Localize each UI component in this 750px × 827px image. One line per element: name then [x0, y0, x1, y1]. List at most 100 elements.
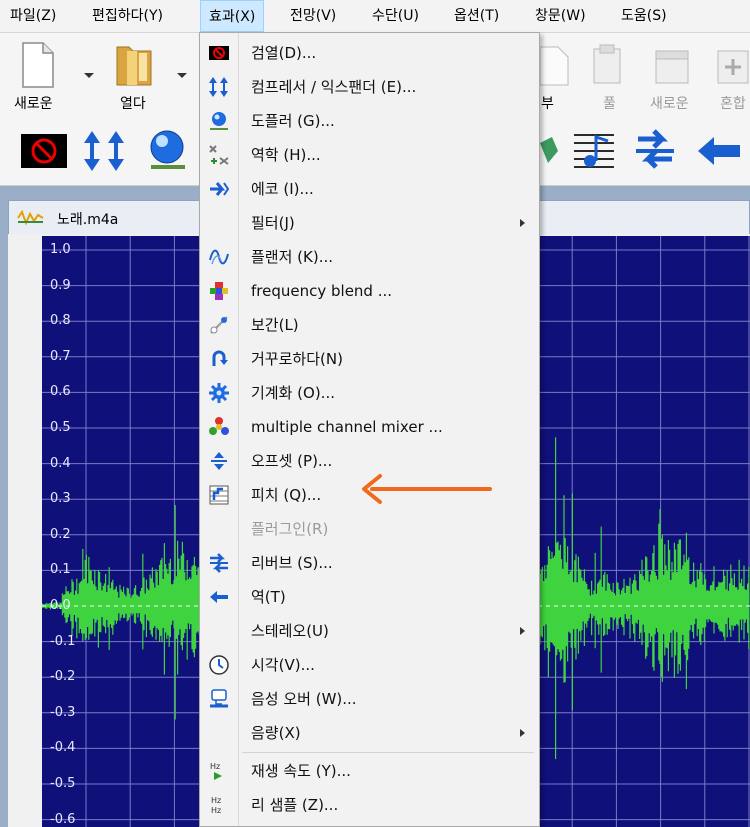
menu-item-mechanize[interactable]: 기계화 (O)...: [200, 376, 539, 410]
menu-item-doppler[interactable]: 도플러 (G)...: [200, 104, 539, 138]
pitch-toolbar-button[interactable]: [572, 129, 618, 177]
menu-item-label: 피치 (Q)...: [251, 486, 322, 504]
new-button[interactable]: [12, 41, 62, 91]
interpolate-icon: [210, 316, 228, 334]
menu-item-label: 오프셋 (P)...: [251, 452, 333, 470]
menu-help[interactable]: 도움(S): [613, 0, 675, 32]
playback-speed-icon: Hz: [210, 762, 222, 780]
mix-button[interactable]: [714, 43, 750, 89]
channel-mixer-icon: [209, 417, 229, 435]
open-dropdown-icon[interactable]: [177, 73, 187, 78]
partial-label: 부: [541, 96, 554, 112]
compressor-icon: [84, 131, 124, 171]
reverse-icon: [698, 137, 740, 165]
menu-item-channel-mixer[interactable]: multiple channel mixer ...: [200, 410, 539, 444]
menu-item-voice-over[interactable]: 음성 오버 (W)...: [200, 682, 539, 716]
mix-icon: [717, 50, 749, 84]
menu-item-label: 플러그인(R): [251, 520, 329, 538]
y-tick-label: -0.2: [50, 669, 76, 685]
new-dropdown-icon[interactable]: [84, 73, 94, 78]
menu-item-echo[interactable]: 에코 (I)...: [200, 172, 539, 206]
folder-icon: [116, 46, 152, 86]
paste-icon: [593, 44, 621, 84]
menu-item-label: 거꾸로하다(N): [251, 350, 343, 368]
paste-label: 풀: [603, 96, 616, 112]
effects-dropdown-menu: 검열(D)... 컴프레서 / 익스팬더 (E)... 도플러 (G)... 역…: [199, 32, 540, 827]
y-tick-label: 0.4: [50, 455, 71, 471]
doppler-icon: [150, 130, 185, 169]
menu-window[interactable]: 창문(W): [527, 0, 594, 32]
y-tick-label: 0.8: [50, 313, 71, 329]
doppler-icon: [210, 112, 228, 130]
menu-item-reverse[interactable]: 역(T): [200, 580, 539, 614]
menu-item-label: frequency blend ...: [251, 282, 393, 300]
menu-item-label: 플랜저 (K)...: [251, 248, 334, 266]
menu-item-label: 음성 오버 (W)...: [251, 690, 357, 708]
echo-icon: [210, 182, 230, 196]
censor-icon: [209, 46, 229, 60]
menu-item-time[interactable]: 시각(V)...: [200, 648, 539, 682]
menu-item-label: 필터(J): [251, 214, 295, 232]
submenu-arrow-icon: [520, 219, 525, 227]
menu-item-censor[interactable]: 검열(D)...: [200, 36, 539, 70]
menu-item-label: 재생 속도 (Y)...: [251, 762, 351, 780]
menu-options[interactable]: 옵션(T): [446, 0, 507, 32]
menu-item-stereo[interactable]: 스테레오(U): [200, 614, 539, 648]
partial-icon: [540, 137, 558, 163]
compressor-icon: [209, 77, 228, 97]
submenu-arrow-icon: [520, 729, 525, 737]
y-tick-label: 0.5: [50, 420, 71, 435]
reverse-toolbar-button[interactable]: [694, 133, 744, 173]
menu-item-label: 도플러 (G)...: [251, 112, 335, 130]
annotation-arrow-icon: [362, 474, 492, 504]
menu-item-invert[interactable]: 거꾸로하다(N): [200, 342, 539, 376]
reverb-toolbar-button[interactable]: [632, 129, 678, 177]
menu-edit[interactable]: 편집하다(Y): [84, 0, 171, 32]
partial-button[interactable]: [539, 43, 570, 89]
menu-item-filter[interactable]: 필터(J): [200, 206, 539, 240]
open-button[interactable]: [110, 41, 160, 91]
censor-toolbar-button[interactable]: [20, 133, 68, 173]
partial-toolbar-button[interactable]: [540, 133, 560, 173]
document-title: 노래.m4a: [57, 212, 119, 228]
new-window-label: 새로운: [650, 96, 689, 112]
submenu-arrow-icon: [520, 627, 525, 635]
menu-tools[interactable]: 수단(U): [364, 0, 427, 32]
menu-item-playback-speed[interactable]: Hz 재생 속도 (Y)...: [200, 754, 539, 788]
y-tick-label: -0.4: [50, 740, 76, 756]
menu-item-frequency-blend[interactable]: frequency blend ...: [200, 274, 539, 308]
y-tick-label: 0.3: [50, 491, 71, 507]
menu-item-flanger[interactable]: 플랜저 (K)...: [200, 240, 539, 274]
y-tick-label: 0.2: [50, 526, 71, 542]
menu-separator: [242, 752, 534, 753]
doppler-toolbar-button[interactable]: [147, 127, 191, 179]
y-tick-label: 0.0: [50, 598, 71, 613]
y-tick-label: 1.0: [50, 242, 71, 257]
menu-view[interactable]: 전망(V): [282, 0, 344, 32]
menu-file[interactable]: 파일(Z): [2, 0, 64, 32]
clock-icon: [209, 655, 229, 675]
mechanize-icon: [209, 383, 229, 403]
new-label: 새로운: [14, 96, 53, 112]
menu-item-label: 검열(D)...: [251, 44, 317, 62]
dynamics-icon: [209, 145, 229, 165]
menu-item-label: 역(T): [251, 588, 286, 606]
menu-item-interpolate[interactable]: 보간(L): [200, 308, 539, 342]
menu-item-label: 스테레오(U): [251, 622, 329, 640]
menu-item-resample[interactable]: Hz Hz 리 샘플 (Z)...: [200, 788, 539, 822]
paste-button[interactable]: [588, 43, 628, 89]
compressor-toolbar-button[interactable]: [82, 129, 128, 177]
menu-item-reverb[interactable]: 리버브 (S)...: [200, 546, 539, 580]
y-tick-label: -0.5: [50, 776, 76, 791]
y-tick-label: -0.6: [50, 811, 76, 827]
y-tick-label: 0.7: [50, 348, 71, 364]
menu-item-dynamics[interactable]: 역학 (H)...: [200, 138, 539, 172]
svg-text:Hz: Hz: [210, 762, 220, 771]
menu-item-label: 역학 (H)...: [251, 146, 321, 164]
invert-icon: [212, 350, 228, 366]
new-window-button[interactable]: [650, 43, 696, 89]
menu-item-volume[interactable]: 음량(X): [200, 716, 539, 750]
reverb-icon: [210, 553, 228, 573]
menu-item-compressor[interactable]: 컴프레서 / 익스팬더 (E)...: [200, 70, 539, 104]
menu-effects[interactable]: 효과(X): [200, 0, 265, 32]
